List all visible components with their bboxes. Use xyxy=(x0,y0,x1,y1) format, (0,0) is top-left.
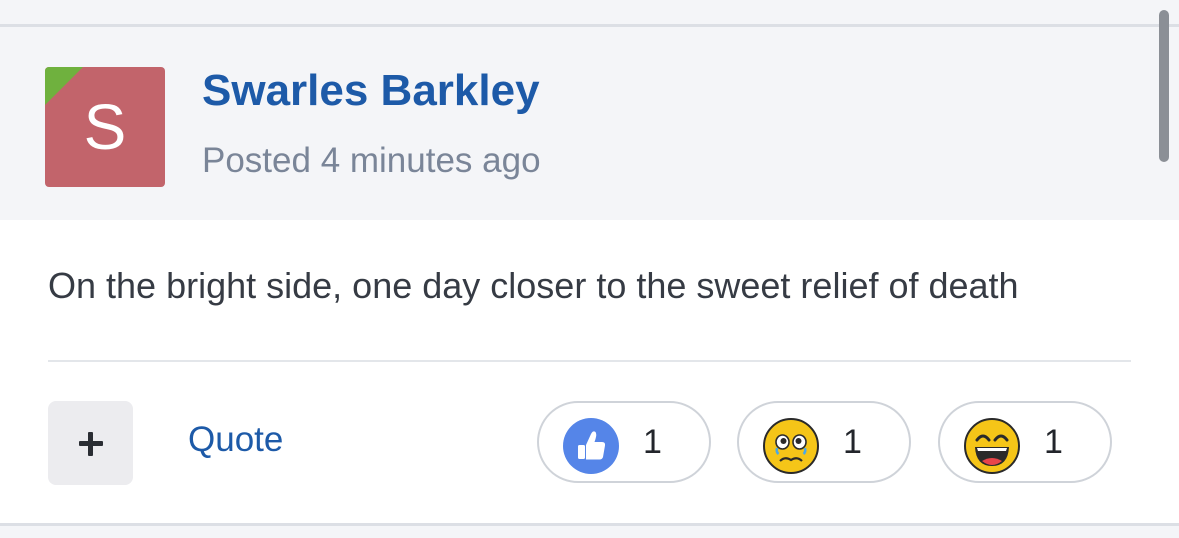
next-post-area xyxy=(0,526,1179,538)
post-content: On the bright side, one day closer to th… xyxy=(0,220,1179,523)
scrollbar[interactable] xyxy=(1159,10,1169,162)
content-divider xyxy=(48,360,1131,362)
reaction-count: 1 xyxy=(1044,423,1063,461)
post-body-text: On the bright side, one day closer to th… xyxy=(48,265,1019,306)
avatar[interactable]: S xyxy=(45,67,165,187)
reaction-haha-button[interactable]: 1 xyxy=(938,401,1112,483)
reaction-count: 1 xyxy=(643,423,662,461)
reaction-like-button[interactable]: 1 xyxy=(537,401,711,483)
posted-timestamp: Posted 4 minutes ago xyxy=(202,141,541,180)
laughing-face-icon xyxy=(964,418,1020,474)
avatar-letter: S xyxy=(83,91,127,163)
add-reaction-button[interactable] xyxy=(48,401,133,485)
thumbs-up-icon xyxy=(563,418,619,474)
post-header: S Swarles Barkley Posted 4 minutes ago xyxy=(0,27,1179,220)
reaction-count: 1 xyxy=(843,423,862,461)
author-name-link[interactable]: Swarles Barkley xyxy=(202,65,540,117)
reaction-sad-button[interactable]: 1 xyxy=(737,401,911,483)
quote-link[interactable]: Quote xyxy=(188,418,283,462)
crying-face-icon xyxy=(763,418,819,474)
